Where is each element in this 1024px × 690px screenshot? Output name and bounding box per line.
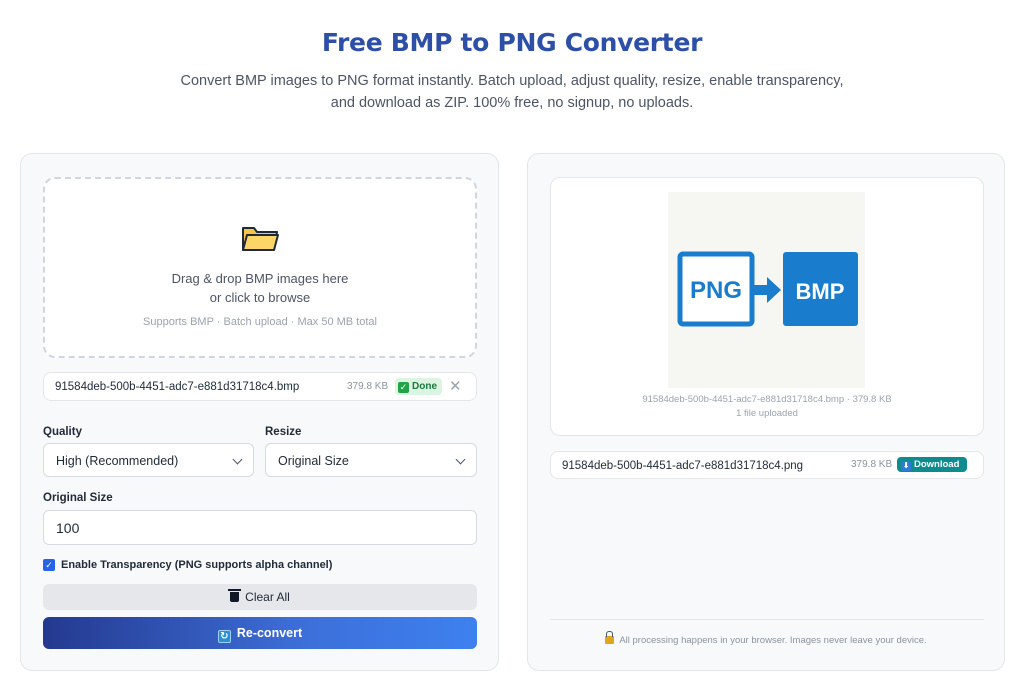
preview-image: PNG BMP (668, 192, 865, 388)
preview-card: PNG BMP 91584deb-500b-4451-adc7-e881d317… (550, 177, 984, 436)
output-file-name: 91584deb-500b-4451-adc7-e881d31718c4.png (562, 460, 804, 472)
download-label: Download (914, 459, 960, 470)
size-label: Original Size (43, 492, 113, 504)
converter-panel: Drag & drop BMP images here or click to … (20, 153, 499, 671)
dropzone-text: Drag & drop BMP images here (171, 271, 349, 286)
quality-select-value: High (Recommended) (56, 454, 179, 468)
resize-select-value: Original Size (278, 454, 349, 468)
transparency-checkbox[interactable]: ✓ (43, 559, 55, 571)
status-badge-label: Done (412, 381, 437, 392)
output-file-row: 91584deb-500b-4451-adc7-e881d31718c4.png… (550, 451, 984, 479)
resize-label: Resize (265, 426, 302, 438)
uploaded-file-row: 91584deb-500b-4451-adc7-e881d31718c4.bmp… (43, 372, 477, 401)
chevron-down-icon (455, 454, 466, 465)
subtitle-line-2: and download as ZIP. 100% free, no signu… (330, 95, 694, 111)
reconvert-button[interactable]: ↻ Re-convert (43, 617, 477, 649)
uploaded-file-name: 91584deb-500b-4451-adc7-e881d31718c4.bmp (55, 381, 300, 393)
refresh-icon: ↻ (217, 630, 231, 643)
privacy-note-text: All processing happens in your browser. … (619, 635, 927, 646)
reconvert-label: Re-convert (236, 626, 303, 640)
dropzone-hint: Supports BMP · Batch upload · Max 50 MB … (143, 316, 377, 328)
clear-all-label: Clear All (245, 590, 290, 604)
output-file-size: 379.8 KB (851, 459, 893, 470)
trash-icon (228, 589, 242, 602)
download-icon: ⬇ (901, 461, 911, 471)
lock-icon (605, 631, 615, 644)
uploaded-file-size: 379.8 KB (347, 381, 389, 392)
file-count: 1 file uploaded (736, 408, 798, 419)
status-badge: ✓ Done (395, 378, 442, 395)
resize-select[interactable]: Original Size (265, 443, 477, 477)
preview-file-info: 91584deb-500b-4451-adc7-e881d31718c4.bmp… (642, 394, 892, 405)
check-icon: ✓ (398, 382, 409, 393)
download-button[interactable]: ⬇ Download (897, 457, 968, 472)
upload-dropzone[interactable]: Drag & drop BMP images here or click to … (43, 177, 477, 358)
page: Free BMP to PNG Converter Convert BMP im… (0, 0, 1024, 690)
chevron-down-icon (232, 454, 243, 465)
preview-png-text: PNG (690, 277, 742, 304)
footer-divider (550, 619, 984, 620)
quality-label: Quality (43, 426, 82, 438)
transparency-label: Enable Transparency (PNG supports alpha … (61, 559, 333, 571)
page-title: Free BMP to PNG Converter (321, 28, 703, 57)
size-input[interactable] (43, 510, 477, 545)
quality-select[interactable]: High (Recommended) (43, 443, 254, 477)
preview-bmp-text: BMP (796, 279, 845, 304)
privacy-note: All processing happens in your browser. … (528, 631, 1004, 646)
clear-all-button[interactable]: Clear All (43, 584, 477, 610)
output-panel: PNG BMP 91584deb-500b-4451-adc7-e881d317… (527, 153, 1005, 671)
folder-icon (242, 227, 279, 251)
dropzone-browse-text: or click to browse (209, 290, 311, 305)
subtitle-line-1: Convert BMP images to PNG format instant… (180, 73, 844, 89)
page-subtitle: Convert BMP images to PNG format instant… (180, 70, 844, 114)
remove-file-button[interactable]: ✕ (449, 377, 462, 395)
